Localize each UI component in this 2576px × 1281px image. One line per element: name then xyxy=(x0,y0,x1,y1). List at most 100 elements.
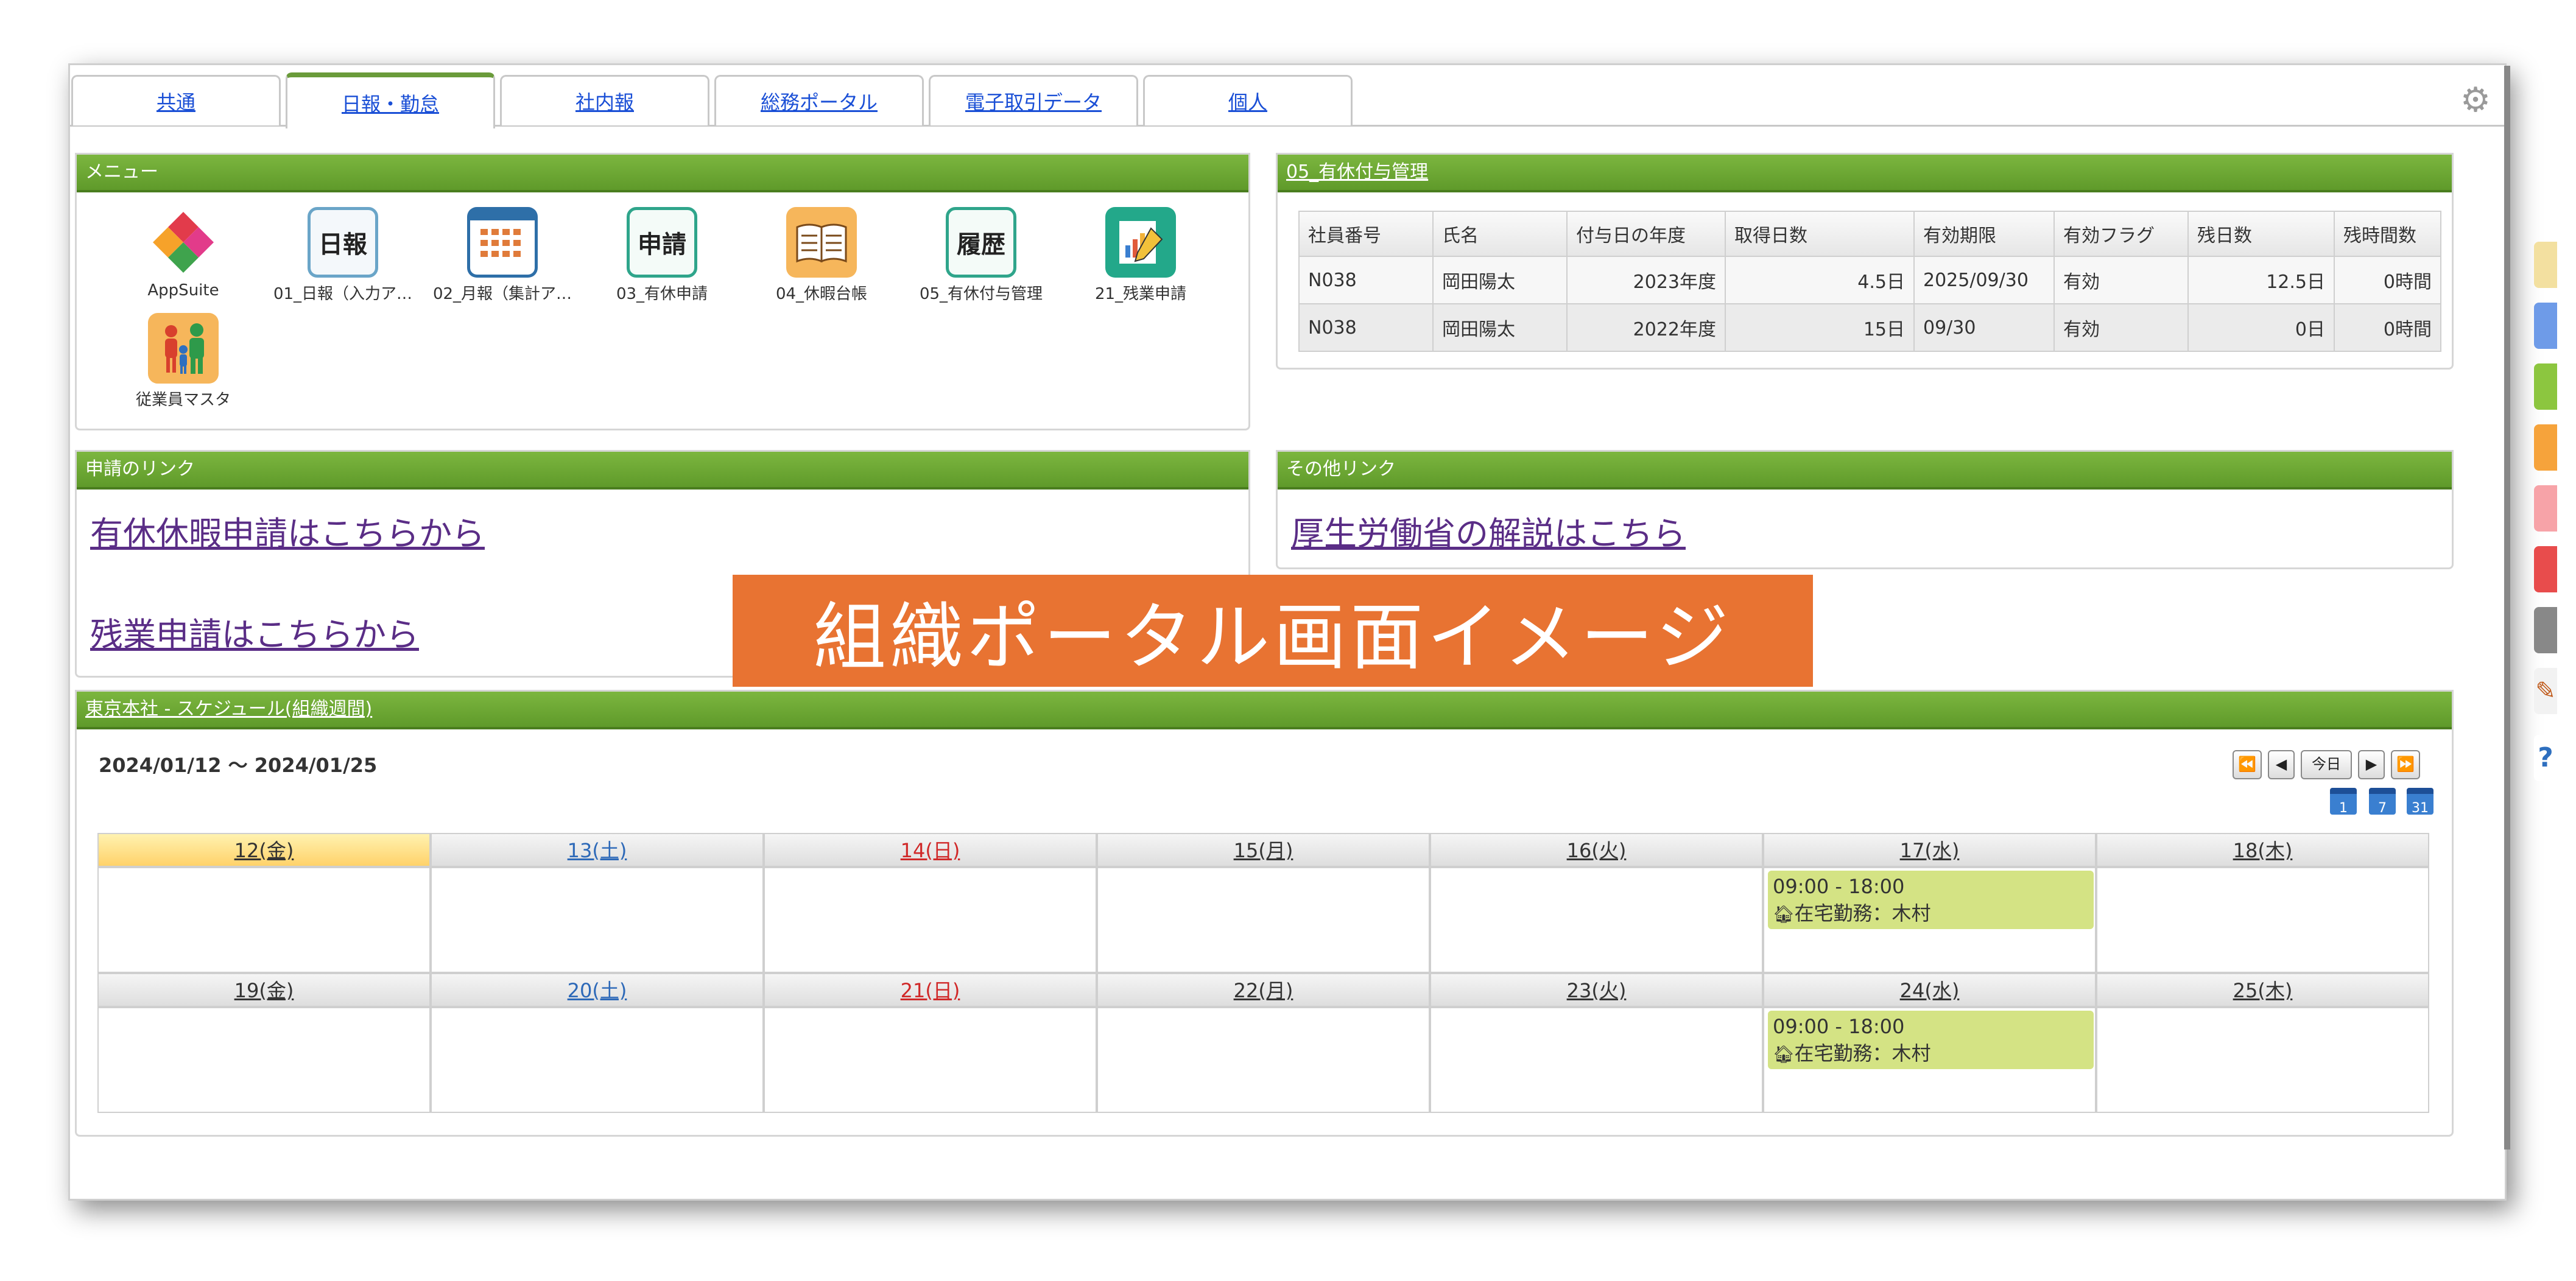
prev-day-icon[interactable]: ◀ xyxy=(2268,750,2295,779)
day-header[interactable]: 16(火) xyxy=(1430,833,1763,867)
date-range: 2024/01/12 ～ 2024/01/25 xyxy=(99,754,378,777)
color-tab-green[interactable] xyxy=(2534,363,2557,410)
menu-item-leave-ledger[interactable]: 04_休暇台帳 xyxy=(745,207,898,304)
col-remaining-days[interactable]: 残日数 xyxy=(2187,211,2335,257)
mhlw-guide-link[interactable]: 厚生労働省の解説はこちら xyxy=(1291,507,1686,555)
schedule-title[interactable]: 東京本社 - スケジュール(組織週間) xyxy=(77,692,2452,729)
tab-general-affairs[interactable]: 総務ポータル xyxy=(714,75,924,125)
menu-item-leave-application[interactable]: 申請 03_有休申請 xyxy=(586,207,738,304)
tab-internal-news[interactable]: 社内報 xyxy=(500,75,709,125)
schedule-event[interactable]: 09:00 - 18:00 🏠︎在宅勤務：木村 xyxy=(1768,1011,2094,1069)
day-cell[interactable] xyxy=(1430,1007,1763,1113)
day-cell[interactable] xyxy=(764,867,1097,973)
day-cell[interactable] xyxy=(1097,867,1430,973)
day-header[interactable]: 24(水) xyxy=(1763,973,2096,1007)
day-header[interactable]: 19(金) xyxy=(97,973,431,1007)
day-cell[interactable] xyxy=(1097,1007,1430,1113)
tab-personal[interactable]: 個人 xyxy=(1143,75,1353,125)
day-cell[interactable] xyxy=(1430,867,1763,973)
cell-days-taken: 4.5日 xyxy=(1725,256,1915,304)
color-tab-red[interactable] xyxy=(2534,546,2557,592)
col-fiscal-year[interactable]: 付与日の年度 xyxy=(1566,211,1726,257)
col-employee-id[interactable]: 社員番号 xyxy=(1298,211,1434,257)
week-view-icon[interactable]: 7 xyxy=(2369,788,2396,816)
day-cell[interactable]: 09:00 - 18:00 🏠︎在宅勤務：木村 xyxy=(1763,867,2096,973)
overtime-pencil-icon xyxy=(1105,207,1176,278)
menu-item-employee-master[interactable]: 従業員マスタ xyxy=(107,313,259,410)
day-cell[interactable] xyxy=(764,1007,1097,1113)
tab-bar: 共通 日報・勤怠 社内報 総務ポータル 電子取引データ 個人 ⚙ xyxy=(70,70,2505,128)
table-header-row: 社員番号 氏名 付与日の年度 取得日数 有効期限 有効フラグ 残日数 残時間数 xyxy=(1298,211,2441,257)
day-header[interactable]: 17(水) xyxy=(1763,833,2096,867)
day-header[interactable]: 23(火) xyxy=(1430,973,1763,1007)
col-remaining-hours[interactable]: 残時間数 xyxy=(2334,211,2441,257)
menu-item-leave-grant[interactable]: 履歴 05_有休付与管理 xyxy=(905,207,1057,304)
day-header[interactable]: 13(土) xyxy=(431,833,764,867)
color-tab-blue[interactable] xyxy=(2534,303,2557,349)
home-icon: 🏠︎ xyxy=(1773,904,1795,924)
day-header[interactable]: 22(月) xyxy=(1097,973,1430,1007)
day-header[interactable]: 12(金) xyxy=(97,833,431,867)
col-valid-flag[interactable]: 有効フラグ xyxy=(2053,211,2189,257)
tab-common[interactable]: 共通 xyxy=(71,75,281,125)
day-cell[interactable] xyxy=(431,867,764,973)
col-name[interactable]: 氏名 xyxy=(1432,211,1568,257)
day-header[interactable]: 20(土) xyxy=(431,973,764,1007)
day-cell[interactable] xyxy=(2096,1007,2429,1113)
leave-grant-panel: 05_有休付与管理 社員番号 氏名 付与日の年度 取得日数 有効期限 有効フラグ… xyxy=(1276,153,2454,370)
cell-valid-flag: 有効 xyxy=(2053,256,2189,304)
day-cell[interactable] xyxy=(2096,867,2429,973)
day-view-icon[interactable]: 1 xyxy=(2330,788,2357,816)
leave-application-link[interactable]: 有休休暇申請はこちらから xyxy=(90,507,485,555)
cell-name: 岡田陽太 xyxy=(1432,256,1568,304)
day-cell[interactable] xyxy=(97,1007,431,1113)
day-header[interactable]: 21(日) xyxy=(764,973,1097,1007)
day-header[interactable]: 25(木) xyxy=(2096,973,2429,1007)
appsuite-icon xyxy=(148,207,219,278)
cell-valid-flag: 有効 xyxy=(2053,303,2189,352)
next-week-icon[interactable]: ⏩ xyxy=(2391,750,2420,779)
menu-item-label: 従業員マスタ xyxy=(135,391,231,409)
day-cell[interactable] xyxy=(431,1007,764,1113)
day-header[interactable]: 18(木) xyxy=(2096,833,2429,867)
day-cell[interactable]: 09:00 - 18:00 🏠︎在宅勤務：木村 xyxy=(1763,1007,2096,1113)
tab-e-transactions[interactable]: 電子取引データ xyxy=(929,75,1138,125)
next-day-icon[interactable]: ▶ xyxy=(2358,750,2385,779)
prev-week-icon[interactable]: ⏪ xyxy=(2233,750,2262,779)
schedule-event[interactable]: 09:00 - 18:00 🏠︎在宅勤務：木村 xyxy=(1768,871,2094,929)
menu-item-overtime[interactable]: 21_残業申請 xyxy=(1065,207,1217,304)
gear-icon[interactable]: ⚙ xyxy=(2458,83,2493,118)
other-links-panel: その他リンク 厚生労働省の解説はこちら xyxy=(1276,450,2454,569)
table-row[interactable]: N038 岡田陽太 2022年度 15日 09/30 有効 0日 0時間 xyxy=(1298,303,2441,352)
today-button[interactable]: 今日 xyxy=(2301,750,2352,779)
color-tab-gray[interactable] xyxy=(2534,607,2557,653)
col-expiry[interactable]: 有効期限 xyxy=(1913,211,2055,257)
menu-item-monthly-report[interactable]: 02_月報（集計ア… xyxy=(426,207,579,304)
menu-item-daily-report[interactable]: 日報 01_日報（入力ア… xyxy=(267,207,419,304)
week-cell-row: 09:00 - 18:00 🏠︎在宅勤務：木村 xyxy=(97,1007,2437,1113)
memo-icon[interactable] xyxy=(2534,242,2557,288)
week-header-row: 12(金) 13(土) 14(日) 15(月) 16(火) 17(水) 18(木… xyxy=(97,833,2437,867)
table-row[interactable]: N038 岡田陽太 2023年度 4.5日 2025/09/30 有効 12.5… xyxy=(1298,256,2441,304)
overtime-application-link[interactable]: 残業申請はこちらから xyxy=(90,608,419,656)
pencil-icon[interactable]: ✎ xyxy=(2534,668,2557,714)
cell-employee-id: N038 xyxy=(1298,256,1434,304)
color-tab-pink[interactable] xyxy=(2534,485,2557,532)
menu-item-appsuite[interactable]: AppSuite xyxy=(107,207,259,300)
col-days-taken[interactable]: 取得日数 xyxy=(1725,211,1915,257)
calendar-icon xyxy=(467,207,538,278)
day-header[interactable]: 14(日) xyxy=(764,833,1097,867)
menu-item-label: 21_残業申請 xyxy=(1094,285,1187,303)
color-tab-orange[interactable] xyxy=(2534,424,2557,471)
menu-item-label: 05_有休付与管理 xyxy=(919,285,1043,303)
help-icon[interactable]: ? xyxy=(2534,735,2557,781)
day-header[interactable]: 15(月) xyxy=(1097,833,1430,867)
family-icon xyxy=(148,313,219,384)
event-title: 在宅勤務：木村 xyxy=(1794,902,1931,925)
tab-daily-report[interactable]: 日報・勤怠 xyxy=(286,72,495,128)
leave-grant-title[interactable]: 05_有休付与管理 xyxy=(1278,155,2452,192)
vertical-scrollbar[interactable] xyxy=(2504,66,2510,1149)
menu-panel-title: メニュー xyxy=(77,155,1248,192)
day-cell[interactable] xyxy=(97,867,431,973)
month-view-icon[interactable]: 31 xyxy=(2407,788,2433,816)
